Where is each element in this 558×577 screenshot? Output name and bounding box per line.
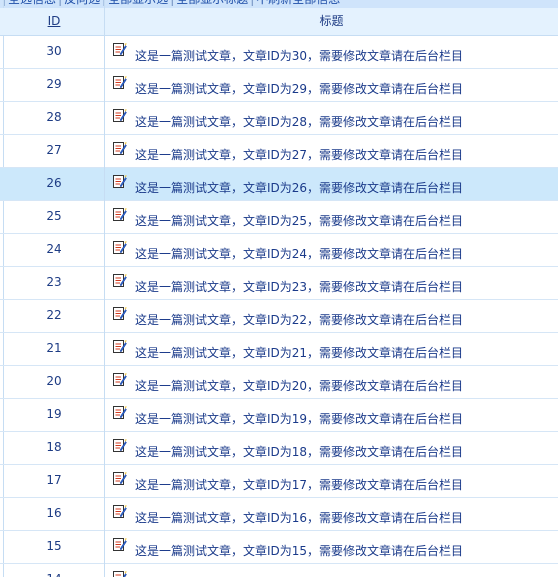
title-column-header: 标题 (319, 14, 344, 28)
article-id: 28 (46, 110, 62, 124)
table-row[interactable]: 24 这是一篇测试文章，文章ID为24，需要修改文章请在后台栏目 (0, 234, 558, 267)
toolbar-links: |全选信息|反向选|全部显示选|全部显示标题|不刷新全部信息 (0, 0, 340, 7)
document-edit-icon[interactable] (112, 438, 127, 453)
toolbar-separator: | (0, 0, 8, 6)
document-edit-icon[interactable] (112, 273, 127, 288)
article-title-link[interactable]: 这是一篇测试文章，文章ID为28，需要修改文章请在后台栏目 (135, 114, 463, 130)
grid-line-id-title (104, 0, 105, 577)
table-row[interactable]: 30 这是一篇测试文章，文章ID为30，需要修改文章请在后台栏目 (0, 36, 558, 69)
article-title-link[interactable]: 这是一篇测试文章，文章ID为17，需要修改文章请在后台栏目 (135, 477, 463, 493)
document-edit-icon[interactable] (112, 405, 127, 420)
article-title-link[interactable]: 这是一篇测试文章，文章ID为15，需要修改文章请在后台栏目 (135, 543, 463, 559)
article-title-link[interactable]: 这是一篇测试文章，文章ID为21，需要修改文章请在后台栏目 (135, 345, 463, 361)
table-row[interactable]: 25 这是一篇测试文章，文章ID为25，需要修改文章请在后台栏目 (0, 201, 558, 234)
article-title-link[interactable]: 这是一篇测试文章，文章ID为23，需要修改文章请在后台栏目 (135, 279, 463, 295)
table-row[interactable]: 20 这是一篇测试文章，文章ID为20，需要修改文章请在后台栏目 (0, 366, 558, 399)
article-id: 14 (4, 564, 104, 577)
document-edit-icon[interactable] (112, 504, 127, 519)
document-edit-icon[interactable] (112, 570, 127, 577)
article-id: 15 (46, 539, 62, 553)
article-title-link[interactable]: 这是一篇测试文章，文章ID为29，需要修改文章请在后台栏目 (135, 81, 463, 97)
article-title-link[interactable]: 这是一篇测试文章，文章ID为18，需要修改文章请在后台栏目 (135, 444, 463, 460)
table-row[interactable]: 18 这是一篇测试文章，文章ID为18，需要修改文章请在后台栏目 (0, 432, 558, 465)
article-id: 21 (46, 341, 62, 355)
id-column-header[interactable]: ID (4, 8, 104, 35)
article-id: 16 (46, 506, 62, 520)
article-id: 17 (46, 473, 62, 487)
table-row[interactable]: 19 这是一篇测试文章，文章ID为19，需要修改文章请在后台栏目 (0, 399, 558, 432)
article-id: 24 (46, 242, 62, 256)
document-edit-icon[interactable] (112, 207, 127, 222)
toolbar-link[interactable]: 全部显示标题 (176, 0, 248, 6)
article-id: 25 (46, 209, 62, 223)
document-edit-icon[interactable] (112, 306, 127, 321)
table-row[interactable]: 16 这是一篇测试文章，文章ID为16，需要修改文章请在后台栏目 (0, 498, 558, 531)
table-row[interactable]: 17 这是一篇测试文章，文章ID为17，需要修改文章请在后台栏目 (0, 465, 558, 498)
article-title-link[interactable]: 这是一篇测试文章，文章ID为16，需要修改文章请在后台栏目 (135, 510, 463, 526)
toolbar-link[interactable]: 全选信息 (8, 0, 56, 6)
toolbar-separator: | (56, 0, 64, 6)
table-row[interactable]: 29 这是一篇测试文章，文章ID为29，需要修改文章请在后台栏目 (0, 69, 558, 102)
article-list-page: |全选信息|反向选|全部显示选|全部显示标题|不刷新全部信息 ID 标题 30这… (0, 0, 558, 577)
article-title-link[interactable]: 这是一篇测试文章，文章ID为22，需要修改文章请在后台栏目 (135, 312, 463, 328)
article-title-link[interactable]: 这是一篇测试文章，文章ID为19，需要修改文章请在后台栏目 (135, 411, 463, 427)
table-row[interactable]: 27 这是一篇测试文章，文章ID为27，需要修改文章请在后台栏目 (0, 135, 558, 168)
toolbar-link[interactable]: 全部显示选 (108, 0, 168, 6)
document-edit-icon[interactable] (112, 174, 127, 189)
id-sort-link[interactable]: ID (48, 14, 61, 28)
article-id: 22 (46, 308, 62, 322)
table-row[interactable]: 22 这是一篇测试文章，文章ID为22，需要修改文章请在后台栏目 (0, 300, 558, 333)
article-id: 30 (46, 44, 62, 58)
article-title-link[interactable]: 这是一篇测试文章，文章ID为20，需要修改文章请在后台栏目 (135, 378, 463, 394)
article-table-body: 30 这是一篇测试文章，文章ID为30，需要修改文章请在后台栏目 29 这是一篇测试文… (0, 36, 558, 577)
article-title-link[interactable]: 这是一篇测试文章，文章ID为25，需要修改文章请在后台栏目 (135, 213, 463, 229)
document-edit-icon[interactable] (112, 75, 127, 90)
toolbar-link[interactable]: 不刷新全部信息 (256, 0, 340, 6)
article-id: 20 (46, 374, 62, 388)
table-row[interactable]: 23 这是一篇测试文章，文章ID为23，需要修改文章请在后台栏目 (0, 267, 558, 300)
table-header: ID 标题 (0, 8, 558, 36)
article-id: 26 (46, 176, 62, 190)
table-row[interactable]: 21 这是一篇测试文章，文章ID为21，需要修改文章请在后台栏目 (0, 333, 558, 366)
document-edit-icon[interactable] (112, 240, 127, 255)
toolbar: |全选信息|反向选|全部显示选|全部显示标题|不刷新全部信息 (0, 0, 558, 8)
article-id: 19 (46, 407, 62, 421)
document-edit-icon[interactable] (112, 108, 127, 123)
document-edit-icon[interactable] (112, 141, 127, 156)
table-row[interactable]: 15 这是一篇测试文章，文章ID为15，需要修改文章请在后台栏目 (0, 531, 558, 564)
article-title-link[interactable]: 这是一篇测试文章，文章ID为24，需要修改文章请在后台栏目 (135, 246, 463, 262)
article-title-link[interactable]: 这是一篇测试文章，文章ID为26，需要修改文章请在后台栏目 (135, 180, 463, 196)
document-edit-icon[interactable] (112, 537, 127, 552)
document-edit-icon[interactable] (112, 42, 127, 57)
table-row[interactable]: 26 这是一篇测试文章，文章ID为26，需要修改文章请在后台栏目 (0, 168, 558, 201)
document-edit-icon[interactable] (112, 372, 127, 387)
document-edit-icon[interactable] (112, 471, 127, 486)
table-row[interactable]: 14这是一篇测试文章，文章ID为14，需要修改文章请在后台栏目 (0, 564, 558, 577)
article-id: 29 (46, 77, 62, 91)
article-id: 18 (46, 440, 62, 454)
article-id: 23 (46, 275, 62, 289)
document-edit-icon[interactable] (112, 339, 127, 354)
toolbar-link[interactable]: 反向选 (64, 0, 100, 6)
article-title-link[interactable]: 这是一篇测试文章，文章ID为27，需要修改文章请在后台栏目 (135, 147, 463, 163)
article-title-link[interactable]: 这是一篇测试文章，文章ID为30，需要修改文章请在后台栏目 (135, 48, 463, 64)
table-row[interactable]: 28 这是一篇测试文章，文章ID为28，需要修改文章请在后台栏目 (0, 102, 558, 135)
article-id: 27 (46, 143, 62, 157)
